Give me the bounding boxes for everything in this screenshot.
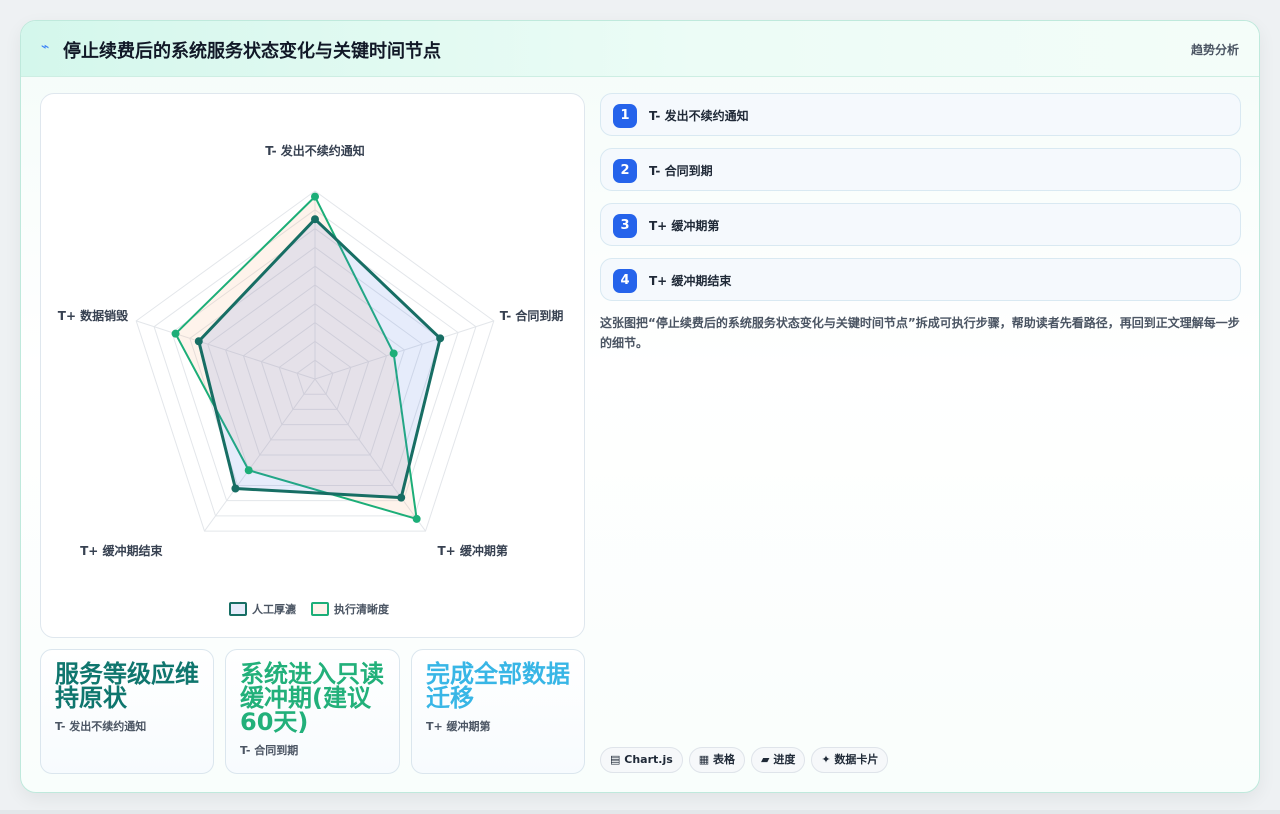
- series-1-point: [311, 215, 319, 224]
- chart-description: 这张图把“停止续费后的系统服务状态变化与关键时间节点”拆成可执行步骤，帮助读者先…: [600, 316, 1240, 350]
- series-1-point: [231, 484, 240, 493]
- step-label: T+ 缓冲期第: [649, 219, 720, 233]
- step-number: 3: [613, 214, 637, 238]
- series-2-point: [311, 192, 319, 201]
- stat-sub: T- 发出不续约通知: [55, 720, 147, 733]
- stat-value: 服务等级应维持原状: [55, 660, 199, 712]
- step-number: 2: [613, 159, 637, 183]
- tool-pills: ▤ Chart.js ▦ 表格 ▰ 进度 ✦ 数据卡片: [600, 747, 894, 773]
- legend-label: 人工厚瀌: [252, 602, 296, 616]
- axis-label: T+ 数据销毁: [58, 308, 128, 323]
- step-label: T- 合同到期: [649, 164, 713, 178]
- step-label: T- 发出不续约通知: [649, 109, 749, 123]
- stat-card-2: 系统进入只读缓冲期(建议60天) T- 合同到期: [225, 649, 400, 774]
- step-number: 1: [613, 104, 637, 128]
- step-item-2[interactable]: 2 T- 合同到期: [600, 148, 1241, 191]
- page-title: 停止续费后的系统服务状态变化与关键时间节点: [63, 41, 441, 62]
- pill-label: 进度: [773, 753, 796, 766]
- pill-table[interactable]: ▦ 表格: [688, 747, 746, 773]
- card-header: ⌁ 停止续费后的系统服务状态变化与关键时间节点 趋势分析: [21, 21, 1259, 77]
- step-list: 1 T- 发出不续约通知 2 T- 合同到期 3 T+ 缓冲期第 4 T+ 缓冲…: [600, 93, 1241, 313]
- stat-value: 完成全部数据迁移: [426, 660, 570, 712]
- step-item-1[interactable]: 1 T- 发出不续约通知: [600, 93, 1241, 136]
- sparkle-icon: ✦: [821, 753, 831, 766]
- trend-analysis-tag[interactable]: 趋势分析: [1191, 41, 1239, 58]
- chart-icon: ▤: [610, 753, 621, 766]
- legend-label: 执行清晰度: [334, 602, 390, 616]
- pill-progress[interactable]: ▰ 进度: [751, 747, 806, 773]
- pill-label: Chart.js: [624, 753, 673, 766]
- series-2-point: [244, 466, 253, 475]
- series-2-point: [171, 329, 180, 338]
- series-1-point: [397, 493, 406, 502]
- bottom-bar: [0, 810, 1280, 814]
- bolt-icon: ⌁: [41, 39, 50, 55]
- series-2-point: [389, 349, 398, 358]
- series-1-point: [436, 334, 445, 343]
- progress-icon: ▰: [761, 753, 770, 766]
- pill-data-card[interactable]: ✦ 数据卡片: [811, 747, 889, 773]
- axis-label: T- 合同到期: [500, 308, 564, 323]
- series-2-point: [412, 514, 421, 523]
- stat-card-3: 完成全部数据迁移 T+ 缓冲期第: [411, 649, 585, 774]
- legend-swatch: [311, 602, 329, 616]
- stat-value: 系统进入只读缓冲期(建议60天): [240, 660, 384, 736]
- pill-label: 表格: [713, 753, 736, 766]
- pill-label: 数据卡片: [834, 753, 879, 766]
- stat-card-1: 服务等级应维持原状 T- 发出不续约通知: [40, 649, 214, 774]
- main-card: ⌁ 停止续费后的系统服务状态变化与关键时间节点 趋势分析 T- 发出不续约通知 T…: [20, 20, 1260, 793]
- axis-label: T+ 缓冲期结束: [80, 543, 163, 558]
- table-icon: ▦: [698, 753, 710, 766]
- step-item-3[interactable]: 3 T+ 缓冲期第: [600, 203, 1241, 246]
- stat-sub: T- 合同到期: [240, 744, 299, 757]
- axis-label: T- 发出不续约通知: [265, 143, 365, 158]
- series-1-point: [194, 337, 203, 346]
- radar-chart: T- 发出不续约通知 T- 合同到期 T+ 缓冲期第 T+ 缓冲期结束 T+ 数据销毁人…: [58, 143, 564, 616]
- pill-chartjs[interactable]: ▤ Chart.js: [600, 747, 683, 773]
- step-number: 4: [613, 269, 637, 293]
- stat-sub: T+ 缓冲期第: [426, 720, 491, 733]
- step-item-4[interactable]: 4 T+ 缓冲期结束: [600, 258, 1241, 301]
- series-area-1: [197, 217, 442, 500]
- legend-swatch: [229, 602, 247, 616]
- axis-label: T+ 缓冲期第: [438, 543, 508, 558]
- radar-chart-panel: T- 发出不续约通知 T- 合同到期 T+ 缓冲期第 T+ 缓冲期结束 T+ 数据销毁人…: [40, 93, 585, 638]
- step-label: T+ 缓冲期结束: [649, 274, 732, 288]
